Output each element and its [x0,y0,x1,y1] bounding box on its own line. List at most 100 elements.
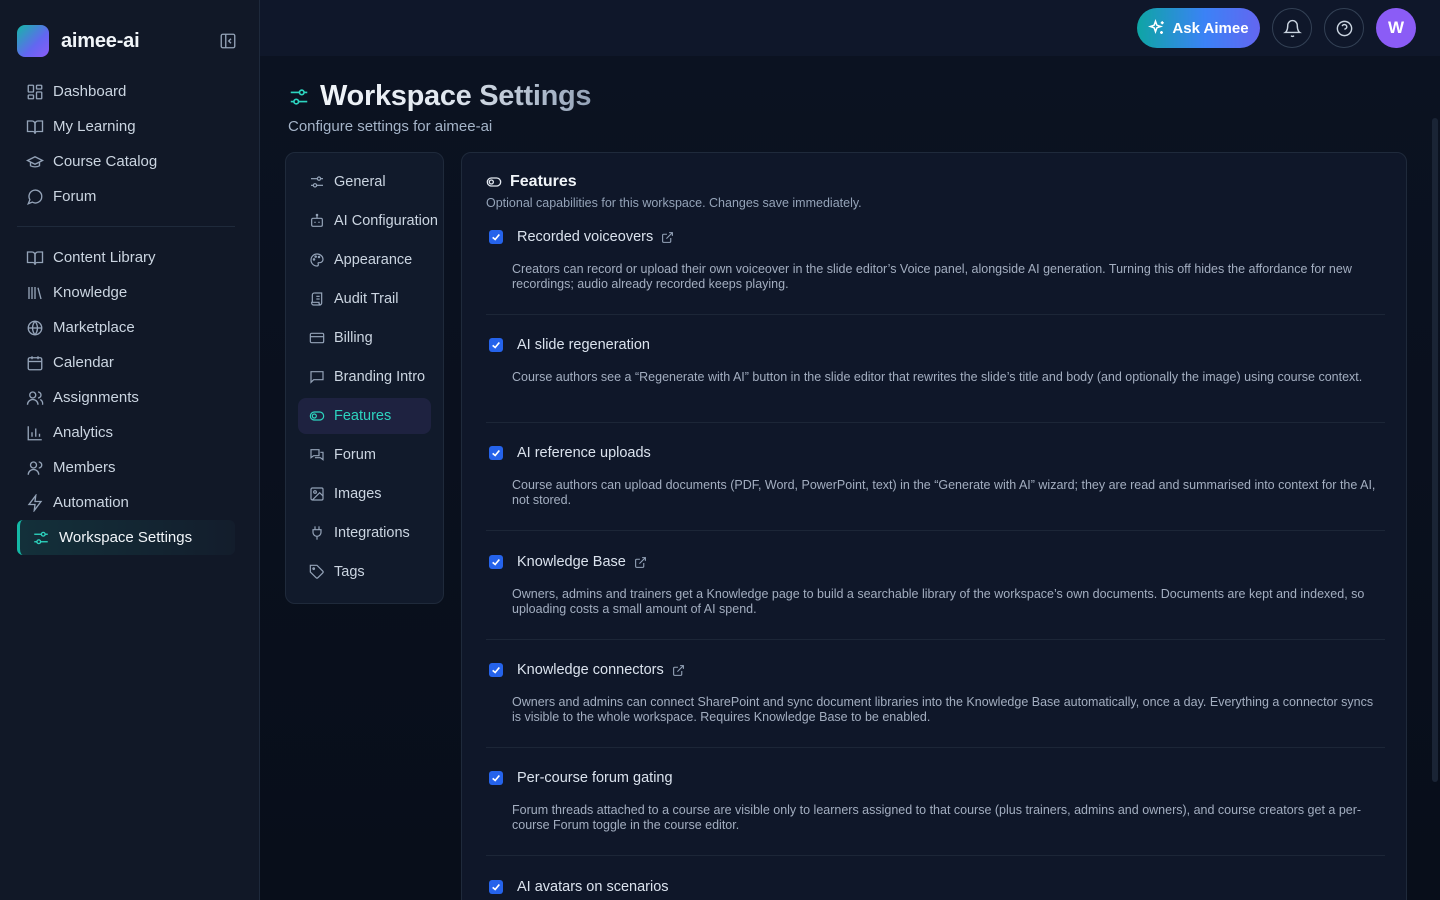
page-title-text: Workspace Settings [320,80,592,112]
ask-aimee-button[interactable]: Ask Aimee [1137,8,1260,48]
sidebar-item-label: Assignments [53,389,139,406]
sidebar-item-label: Forum [53,188,97,205]
sidebar-secondary-nav: Content Library Knowledge Marketplace Ca… [17,240,235,555]
settings-tab-tags[interactable]: Tags [298,554,431,590]
feature-label: Recorded voiceovers [517,229,654,245]
sidebar-item-workspace-settings[interactable]: Workspace Settings [17,520,235,555]
sidebar-item-knowledge[interactable]: Knowledge [17,275,235,310]
sidebar-item-assignments[interactable]: Assignments [17,380,235,415]
feature-ai-avatars-on-scenarios: AI avatars on scenarios [486,877,1385,900]
brand[interactable]: aimee-ai [17,25,140,57]
sidebar-divider [17,226,235,227]
sidebar-item-label: Dashboard [53,83,127,100]
settings-tab-label: Integrations [334,525,410,541]
toggle-icon [486,174,502,190]
feature-description: Forum threads attached to a course are v… [512,803,1362,832]
feature-checkbox[interactable] [489,880,503,894]
notifications-button[interactable] [1272,8,1312,48]
settings-tab-label: AI Configuration [334,213,438,229]
features-panel-description: Optional capabilities for this workspace… [486,196,862,210]
features-panel-header: Features [486,173,577,191]
sidebar-item-label: Marketplace [53,319,135,336]
sidebar-item-members[interactable]: Members [17,450,235,485]
sidebar-item-calendar[interactable]: Calendar [17,345,235,380]
grid-icon [26,83,44,101]
sidebar-item-label: Workspace Settings [59,529,193,546]
feature-ai-reference-uploads: AI reference uploads Course authors can … [486,443,1385,531]
settings-tab-forum[interactable]: Forum [298,437,431,473]
feature-label: AI slide regeneration [517,337,650,353]
palette-icon [309,252,325,268]
settings-tab-label: Audit Trail [334,291,399,307]
settings-tab-ai-configuration[interactable]: AI Configuration [298,203,438,239]
feature-description: Course authors can upload documents (PDF… [512,478,1376,507]
settings-tab-label: Images [334,486,382,502]
settings-tab-label: Tags [334,564,365,580]
feature-checkbox[interactable] [489,338,503,352]
zap-icon [26,493,44,512]
settings-tab-label: Billing [334,330,373,346]
feature-description: Owners, admins and trainers get a Knowle… [512,587,1365,616]
sidebar-item-label: Calendar [53,354,114,371]
settings-tab-label: General [334,174,386,190]
feature-checkbox[interactable] [489,446,503,460]
settings-tab-billing[interactable]: Billing [298,320,431,356]
scroll-icon [309,291,325,307]
sidebar-item-analytics[interactable]: Analytics [17,415,235,450]
settings-tab-audit-trail[interactable]: Audit Trail [298,281,431,317]
bot-icon [309,213,325,229]
features-panel-title: Features [510,173,577,190]
graduation-cap-icon [26,153,44,171]
sparkles-icon [1148,19,1166,37]
settings-tab-images[interactable]: Images [298,476,431,512]
external-link-icon[interactable] [634,556,647,569]
feature-description: Creators can record or upload their own … [512,262,1352,291]
sidebar-item-automation[interactable]: Automation [17,485,235,520]
feature-checkbox[interactable] [489,555,503,569]
settings-tab-label: Appearance [334,252,413,268]
settings-tab-appearance[interactable]: Appearance [298,242,431,278]
feature-description: Owners and admins can connect SharePoint… [512,695,1374,724]
settings-tab-label: Features [334,408,392,424]
external-link-icon[interactable] [672,664,685,677]
tag-icon [309,564,325,580]
sliders-icon [288,86,310,108]
brand-logo [17,25,49,57]
settings-tab-features[interactable]: Features [298,398,431,434]
toggle-icon [309,408,325,424]
settings-tab-general[interactable]: General [298,164,431,200]
settings-tab-branding-intro[interactable]: Branding Intro [298,359,431,395]
feature-recorded-voiceovers: Recorded voiceovers Creators can record … [486,227,1385,315]
sidebar-item-label: Content Library [53,249,156,266]
settings-tab-integrations[interactable]: Integrations [298,515,431,551]
external-link-icon[interactable] [661,231,674,244]
feature-label: AI avatars on scenarios [517,879,669,895]
feature-checkbox[interactable] [489,230,503,244]
image-icon [309,486,325,502]
sidebar: aimee-ai Dashboard My Learning Course Ca… [0,0,260,900]
user-avatar[interactable]: W [1376,8,1416,48]
sidebar-item-my-learning[interactable]: My Learning [17,109,235,144]
presentation-icon [309,369,325,385]
book-open-icon [26,249,44,267]
help-button[interactable] [1324,8,1364,48]
settings-tab-label: Branding Intro [334,369,426,385]
library-icon [26,284,44,302]
help-circle-icon [1335,19,1354,38]
users-icon [26,389,44,407]
sidebar-item-forum[interactable]: Forum [17,179,235,214]
sidebar-item-label: My Learning [53,118,136,135]
feature-checkbox[interactable] [489,771,503,785]
topbar [260,0,1440,56]
main-scrollbar[interactable] [1432,118,1438,782]
sidebar-item-dashboard[interactable]: Dashboard [17,74,235,109]
collapse-sidebar-icon[interactable] [219,32,237,50]
sidebar-item-content-library[interactable]: Content Library [17,240,235,275]
feature-ai-slide-regeneration: AI slide regeneration Course authors see… [486,335,1385,423]
sidebar-item-course-catalog[interactable]: Course Catalog [17,144,235,179]
sliders-icon [309,174,325,190]
brand-name: aimee-ai [61,29,140,52]
sidebar-item-label: Members [53,459,116,476]
feature-checkbox[interactable] [489,663,503,677]
sidebar-item-marketplace[interactable]: Marketplace [17,310,235,345]
